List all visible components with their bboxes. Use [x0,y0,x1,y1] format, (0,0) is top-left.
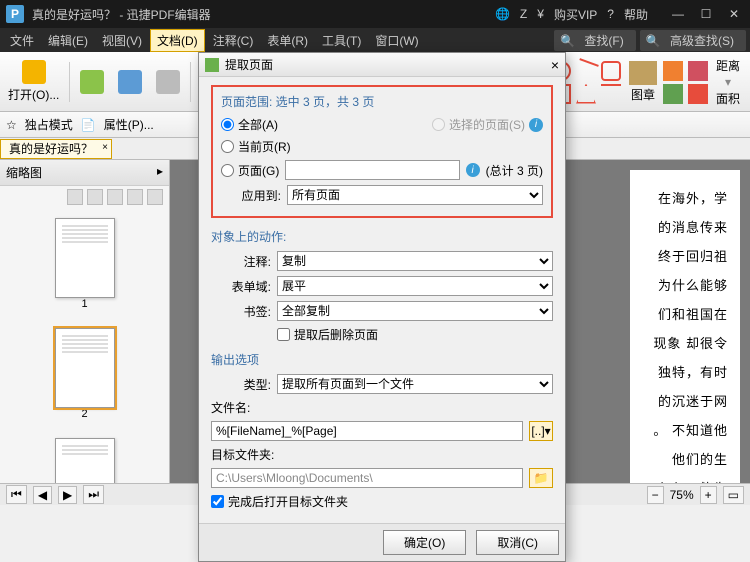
menu-window[interactable]: 窗口(W) [369,30,424,51]
tab-close-icon[interactable]: × [102,142,108,153]
open-after-checkbox[interactable]: 完成后打开目标文件夹 [211,493,348,510]
thumbnail-1[interactable] [55,218,115,298]
folder-icon [22,60,46,84]
window-title: 真的是好运吗？ - 迅捷PDF编辑器 [32,6,495,23]
globe-icon[interactable]: 🌐 [495,7,510,21]
properties-icon: 📄 [81,118,96,132]
stamp-icon [629,61,657,85]
cancel-button[interactable]: 取消(C) [476,530,559,555]
bookmark-select[interactable]: 全部复制 [277,301,553,321]
maximize-button[interactable]: ☐ [696,7,716,21]
solo-mode[interactable]: 独占模式 [25,116,73,133]
user-label[interactable]: Z [520,7,527,21]
fit-page[interactable]: ▭ [723,486,744,504]
cloud-icon[interactable] [601,61,621,81]
open-button[interactable]: 打开(O)... [4,58,63,105]
radio-current[interactable]: 当前页(R) [221,138,291,155]
document-tab[interactable]: 真的是好运吗？ × [0,139,112,159]
highlight-icon[interactable] [663,61,683,81]
menu-form[interactable]: 表单(R) [261,30,314,51]
tool-btn[interactable] [114,68,146,96]
polygon-icon[interactable] [576,84,596,104]
info-icon: i [529,118,543,132]
solo-mode-icon: ☆ [6,118,17,132]
dialog-close-button[interactable]: × [551,57,559,73]
minimize-button[interactable]: — [668,7,688,21]
coin-icon: ¥ [537,7,544,21]
polyline-icon[interactable] [601,84,621,104]
thumb-tool[interactable] [107,189,123,205]
thumb-tool[interactable] [87,189,103,205]
apply-to-select[interactable]: 所有页面 [287,185,543,205]
eraser-icon[interactable] [688,61,708,81]
menu-tool[interactable]: 工具(T) [316,30,367,51]
menu-edit[interactable]: 编辑(E) [42,30,94,51]
nav-prev[interactable]: ◀ [33,486,52,504]
filename-vars-button[interactable]: [..]▾ [529,421,553,441]
output-heading: 输出选项 [211,351,553,368]
adv-search-button[interactable]: 🔍 高级查找(S) [640,30,746,51]
range-heading: 页面范围: 选中 3 页，共 3 页 [221,93,543,110]
help-icon[interactable]: ? [607,7,614,21]
total-pages: (总计 3 页) [486,162,543,179]
nav-last[interactable]: ⏭ [83,485,104,504]
thumbnail-2[interactable] [55,328,115,408]
nav-first[interactable]: ⏮ [6,485,27,504]
distance-button[interactable]: 距离 [716,57,740,74]
menu-file[interactable]: 文件 [4,30,40,51]
delete-after-checkbox[interactable]: 提取后删除页面 [277,326,378,343]
pages-input[interactable] [285,160,459,180]
nav-next[interactable]: ▶ [58,486,77,504]
menu-comment[interactable]: 注释(C) [207,30,260,51]
thumb-tool[interactable] [127,189,143,205]
extract-pages-dialog: 提取页面 × 页面范围: 选中 3 页，共 3 页 全部(A) 选择的页面(S)… [198,52,566,562]
apply-to-label: 应用到: [221,187,281,204]
radio-selected[interactable]: 选择的页面(S) i [432,116,543,133]
browse-folder-button[interactable]: 📁 [529,468,553,488]
actions-heading: 对象上的动作: [211,228,553,245]
filename-input[interactable] [211,421,523,441]
properties[interactable]: 属性(P)... [104,116,154,133]
sidebar-menu-icon[interactable]: ▸ [157,164,163,181]
create-icon [80,70,104,94]
thumb-tool[interactable] [147,189,163,205]
marker-icon[interactable] [663,84,683,104]
line-icon[interactable] [573,58,599,84]
dialog-title: 提取页面 [225,56,273,73]
search-button[interactable]: 🔍 查找(F) [554,30,636,51]
close-button[interactable]: ✕ [724,7,744,21]
zoom-in[interactable]: + [700,486,717,504]
tool-btn[interactable] [76,68,108,96]
buy-vip[interactable]: 购买VIP [554,6,597,23]
tab-label: 真的是好运吗？ [9,140,93,157]
thumbnail-3[interactable] [55,438,115,488]
area-button[interactable]: 面积 [716,90,740,107]
help-label[interactable]: 帮助 [624,6,648,23]
app-logo: P [6,5,24,23]
radio-pages[interactable]: 页面(G) [221,162,279,179]
menu-document[interactable]: 文档(D) [150,29,205,52]
radio-all[interactable]: 全部(A) [221,116,278,133]
img-icon [118,70,142,94]
dialog-icon [205,58,219,72]
form-select[interactable]: 展平 [277,276,553,296]
zoom-level[interactable]: 75% [670,488,694,502]
zoom-out[interactable]: − [647,486,664,504]
thumb-tool[interactable] [67,189,83,205]
tool-btn[interactable] [152,68,184,96]
type-select[interactable]: 提取所有页面到一个文件 [277,374,553,394]
menu-view[interactable]: 视图(V) [96,30,148,51]
stamp-button[interactable]: 图章 [629,61,657,103]
ok-button[interactable]: 确定(O) [383,530,466,555]
pencil-icon[interactable] [688,84,708,104]
page-icon [156,70,180,94]
info-icon[interactable]: i [466,163,480,177]
page-preview: 在海外，学的消息传来终于回归祖为什么能够们和祖国在现象 却很令独特，有时的沉迷于… [630,170,740,490]
sidebar-title: 缩略图 [6,164,42,181]
annot-select[interactable]: 复制 [277,251,553,271]
folder-input[interactable] [211,468,523,488]
